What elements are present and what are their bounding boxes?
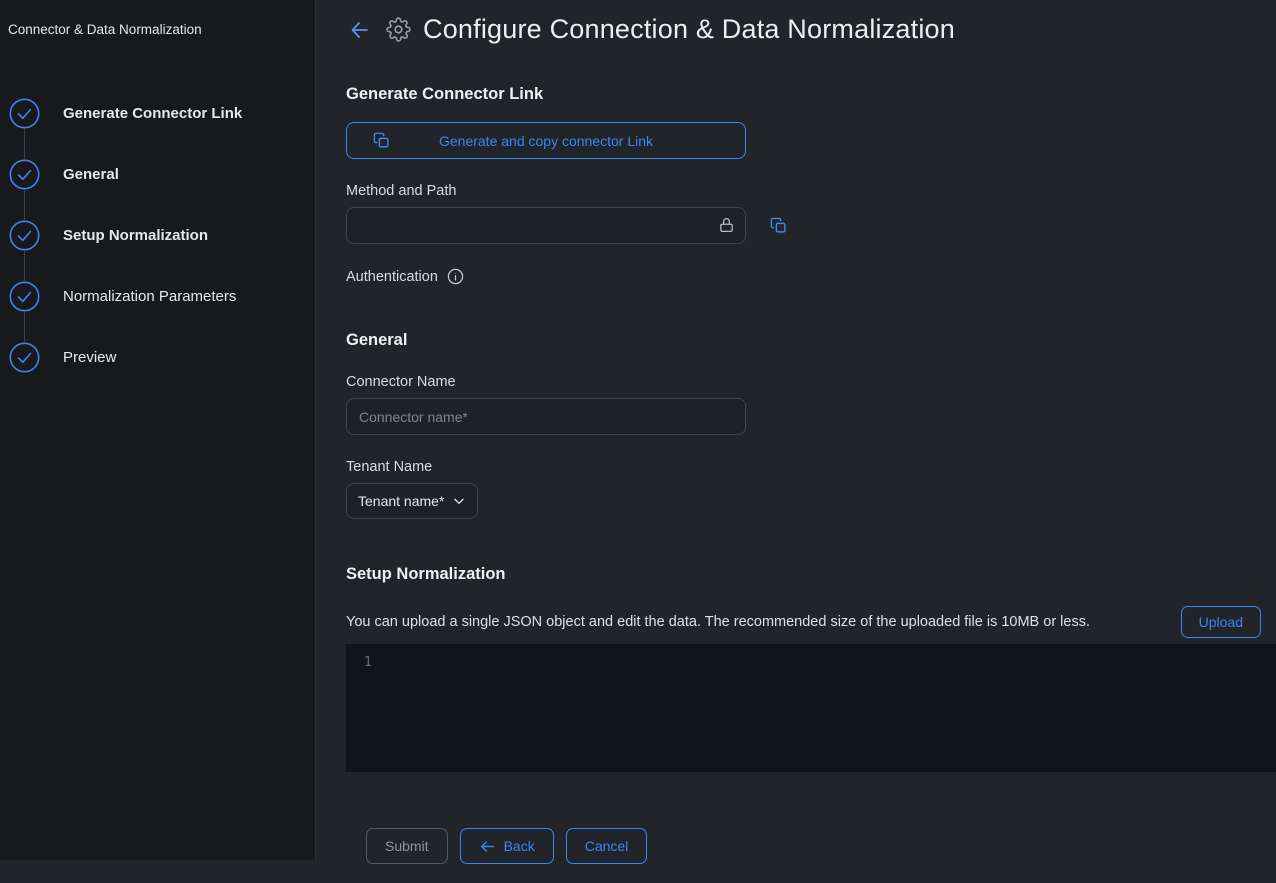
check-circle-icon xyxy=(9,281,40,312)
copy-icon xyxy=(373,132,390,149)
app-window: Connector & Data Normalization Generate … xyxy=(0,0,1276,860)
step-preview[interactable]: Preview xyxy=(8,327,305,388)
page-title: Configure Connection & Data Normalizatio… xyxy=(423,14,955,45)
setup-description-row: You can upload a single JSON object and … xyxy=(346,606,1276,638)
cancel-button[interactable]: Cancel xyxy=(566,828,648,864)
step-label: General xyxy=(63,166,119,183)
method-path-input[interactable] xyxy=(346,207,746,244)
sidebar-title: Connector & Data Normalization xyxy=(8,22,305,37)
check-circle-icon xyxy=(9,220,40,251)
check-circle-icon xyxy=(9,342,40,373)
info-icon[interactable] xyxy=(447,268,464,285)
arrow-left-icon xyxy=(479,838,496,855)
upload-button[interactable]: Upload xyxy=(1181,606,1261,638)
page-header: Configure Connection & Data Normalizatio… xyxy=(316,0,1276,45)
connector-gear-icon xyxy=(386,17,411,42)
step-normalization-parameters[interactable]: Normalization Parameters xyxy=(8,266,305,327)
generate-copy-link-button[interactable]: Generate and copy connector Link xyxy=(346,122,746,159)
back-button[interactable]: Back xyxy=(460,828,554,864)
cancel-label: Cancel xyxy=(585,838,629,854)
arrow-left-icon xyxy=(348,18,372,42)
step-label: Generate Connector Link xyxy=(63,105,242,122)
generate-section-heading: Generate Connector Link xyxy=(346,85,1276,104)
sidebar: Connector & Data Normalization Generate … xyxy=(0,0,316,860)
submit-label: Submit xyxy=(385,838,429,854)
step-label: Preview xyxy=(63,349,116,366)
tenant-name-label: Tenant Name xyxy=(346,459,1276,475)
wizard-stepper: Generate Connector Link General Setup No… xyxy=(8,83,305,388)
step-label: Normalization Parameters xyxy=(63,288,236,305)
step-generate-connector-link[interactable]: Generate Connector Link xyxy=(8,83,305,144)
check-circle-icon xyxy=(9,98,40,129)
check-circle-icon xyxy=(9,159,40,190)
json-editor[interactable]: 1 xyxy=(346,644,1276,772)
setup-section-heading: Setup Normalization xyxy=(346,565,1276,584)
setup-description: You can upload a single JSON object and … xyxy=(346,614,1167,630)
main-panel: Configure Connection & Data Normalizatio… xyxy=(316,0,1276,860)
tenant-name-selected-value: Tenant name* xyxy=(358,493,444,509)
step-setup-normalization[interactable]: Setup Normalization xyxy=(8,205,305,266)
copy-method-path-icon[interactable] xyxy=(770,217,787,234)
chevron-down-icon xyxy=(452,494,466,508)
method-path-label: Method and Path xyxy=(346,183,1276,199)
step-label: Setup Normalization xyxy=(63,227,208,244)
connector-name-input[interactable] xyxy=(346,398,746,435)
method-path-input-wrap xyxy=(346,207,746,244)
step-general[interactable]: General xyxy=(8,144,305,205)
authentication-row: Authentication xyxy=(346,268,1276,285)
method-path-row xyxy=(346,207,1276,244)
authentication-label: Authentication xyxy=(346,269,438,285)
lock-icon xyxy=(718,216,735,234)
connector-name-label: Connector Name xyxy=(346,374,1276,390)
submit-button[interactable]: Submit xyxy=(366,828,448,864)
tenant-name-select[interactable]: Tenant name* xyxy=(346,483,478,519)
footer-actions: Submit Back Cancel xyxy=(366,772,1276,864)
connector-name-input-wrap xyxy=(346,398,746,435)
form-content: Generate Connector Link Generate and cop… xyxy=(316,45,1276,883)
back-arrow-button[interactable] xyxy=(346,16,374,44)
editor-line-number: 1 xyxy=(364,655,372,670)
general-section-heading: General xyxy=(346,331,1276,350)
generate-copy-link-label: Generate and copy connector Link xyxy=(439,133,653,149)
back-label: Back xyxy=(504,838,535,854)
